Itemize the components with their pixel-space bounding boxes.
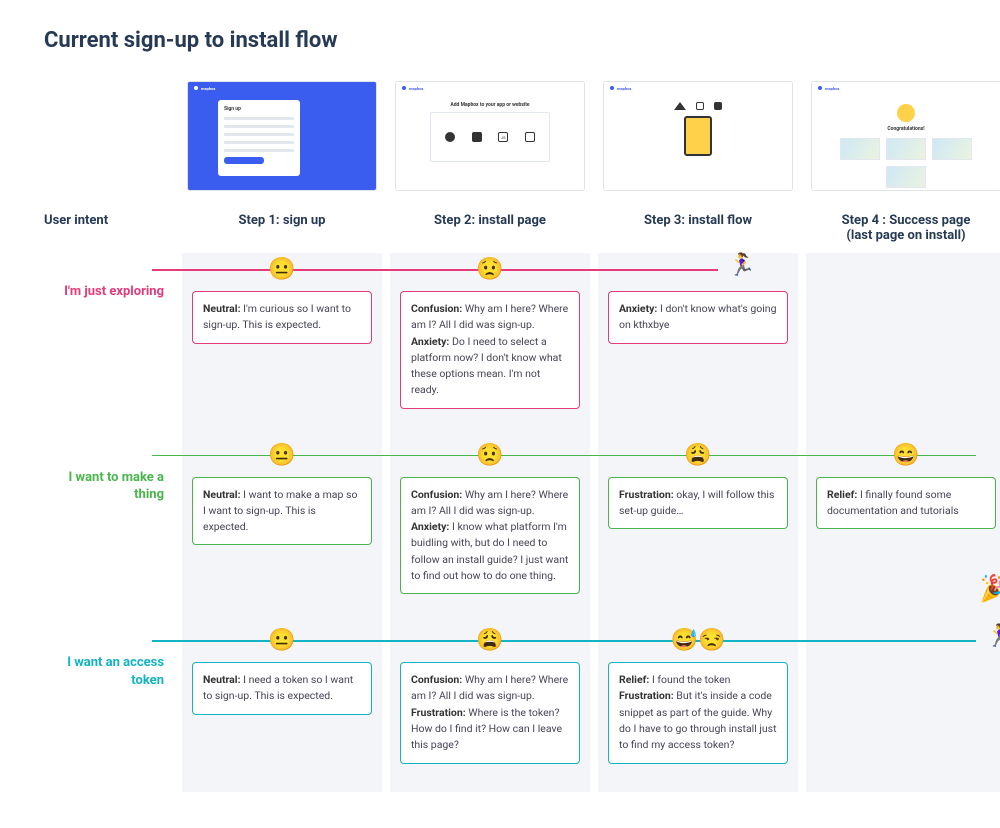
emotion-label: Relief: bbox=[827, 488, 857, 501]
emotion-label: Neutral: bbox=[203, 302, 241, 315]
emotion-card: Confusion: Why am I here? Where am I? Al… bbox=[400, 291, 580, 409]
step-4-label: Step 4 : Success page bbox=[842, 213, 971, 228]
thumb-step3: mapbox bbox=[598, 81, 798, 201]
emotion-label: Neutral: bbox=[203, 488, 241, 501]
cell-exploring-step2: 😟 Confusion: Why am I here? Where am I? A… bbox=[390, 253, 590, 427]
cell-make-step3: 😩 Frustration: okay, I will follow this s… bbox=[598, 439, 798, 613]
emotion-emoji: 😅😒 bbox=[671, 628, 726, 653]
cell-make-step4: 😄 Relief: I finally found some documentat… bbox=[806, 439, 1000, 613]
runner-icon: 🏃‍♀️ bbox=[728, 253, 755, 278]
journey-grid: mapbox Sign up mapbox Add Mapbox to your… bbox=[44, 81, 956, 792]
step-3-header: Step 3: install flow bbox=[598, 201, 798, 253]
emotion-card: Neutral: I want to make a map so I want … bbox=[192, 477, 372, 546]
emotion-card: Frustration: okay, I will follow this se… bbox=[608, 477, 788, 530]
emotion-card: Relief: I found the tokenFrustration: Bu… bbox=[608, 662, 788, 763]
emotion-card: Relief: I finally found some documentati… bbox=[816, 477, 996, 530]
spacer bbox=[44, 81, 174, 201]
emotion-emoji: 😟 bbox=[476, 257, 503, 282]
cell-token-step4 bbox=[806, 624, 1000, 781]
cell-exploring-step3: Anxiety: I don't know what's going on kt… bbox=[598, 253, 798, 427]
journey-line-exploring bbox=[152, 269, 718, 271]
cell-exploring-step1: 😐 Neutral: I'm curious so I want to sign-… bbox=[182, 253, 382, 427]
thumb-header: mapbox bbox=[188, 82, 376, 94]
emotion-text: I found the token bbox=[649, 673, 730, 686]
emotion-emoji: 😐 bbox=[268, 443, 295, 468]
thumb-step2: mapbox Add Mapbox to your app or website… bbox=[390, 81, 590, 201]
emotion-card: Neutral: I need a token so I want to sig… bbox=[192, 662, 372, 715]
emotion-label: Frustration: bbox=[619, 488, 674, 501]
emotion-emoji: 😐 bbox=[268, 257, 295, 282]
confetti-icon: 🎉 bbox=[980, 574, 1000, 604]
emotion-label: Frustration: bbox=[411, 706, 466, 719]
emotion-label: Frustration: bbox=[619, 689, 674, 702]
cell-make-step1: 😐 Neutral: I want to make a map so I want… bbox=[182, 439, 382, 613]
step-4-sublabel: (last page on install) bbox=[810, 228, 1000, 243]
runner-icon: 🏃‍♀️ bbox=[986, 624, 1000, 649]
thumb-step1: mapbox Sign up bbox=[182, 81, 382, 201]
emotion-emoji: 😩 bbox=[684, 443, 711, 468]
cell-token-step3: 😅😒Relief: I found the tokenFrustration: … bbox=[598, 624, 798, 781]
persona-label-make: I want to make a thing bbox=[44, 439, 174, 613]
page-title: Current sign-up to install flow bbox=[44, 28, 956, 53]
emotion-emoji: 😐 bbox=[268, 628, 295, 653]
emotion-label: Confusion: bbox=[411, 673, 462, 686]
emotion-label: Neutral: bbox=[203, 673, 241, 686]
emotion-label: Confusion: bbox=[411, 488, 462, 501]
thumb-signup-title: Sign up bbox=[224, 106, 294, 112]
cell-token-step2: 😩 Confusion: Why am I here? Where am I? A… bbox=[390, 624, 590, 781]
persona-label-token: I want an access token bbox=[44, 624, 174, 781]
emotion-card: Confusion: Why am I here? Where am I? Al… bbox=[400, 662, 580, 763]
step-4-header: Step 4 : Success page (last page on inst… bbox=[806, 201, 1000, 253]
user-intent-header: User intent bbox=[44, 201, 174, 253]
emotion-label: Anxiety: bbox=[619, 302, 657, 315]
thumb-install-title: Add Mapbox to your app or website bbox=[450, 102, 529, 108]
emotion-label: Relief: bbox=[619, 673, 649, 686]
emotion-emoji: 😄 bbox=[892, 443, 919, 468]
emotion-card: Anxiety: I don't know what's going on kt… bbox=[608, 291, 788, 344]
emotion-emoji: 😟 bbox=[476, 443, 503, 468]
emotion-card: Confusion: Why am I here? Where am I? Al… bbox=[400, 477, 580, 595]
emotion-label: Confusion: bbox=[411, 302, 462, 315]
thumb-congrats-title: Congratulations! bbox=[887, 126, 924, 132]
cell-token-step1: 😐 Neutral: I need a token so I want to si… bbox=[182, 624, 382, 781]
emotion-card: Neutral: I'm curious so I want to sign-u… bbox=[192, 291, 372, 344]
step-1-header: Step 1: sign up bbox=[182, 201, 382, 253]
persona-label-exploring: I'm just exploring bbox=[44, 253, 174, 427]
step-2-header: Step 2: install page bbox=[390, 201, 590, 253]
emotion-label: Anxiety: bbox=[411, 520, 449, 533]
emotion-emoji: 😩 bbox=[476, 628, 503, 653]
thumb-step4: mapbox Congratulations! bbox=[806, 81, 1000, 201]
emotion-label: Anxiety: bbox=[411, 335, 449, 348]
cell-make-step2: 😟 Confusion: Why am I here? Where am I? A… bbox=[390, 439, 590, 613]
cell-exploring-step4 bbox=[806, 253, 1000, 427]
